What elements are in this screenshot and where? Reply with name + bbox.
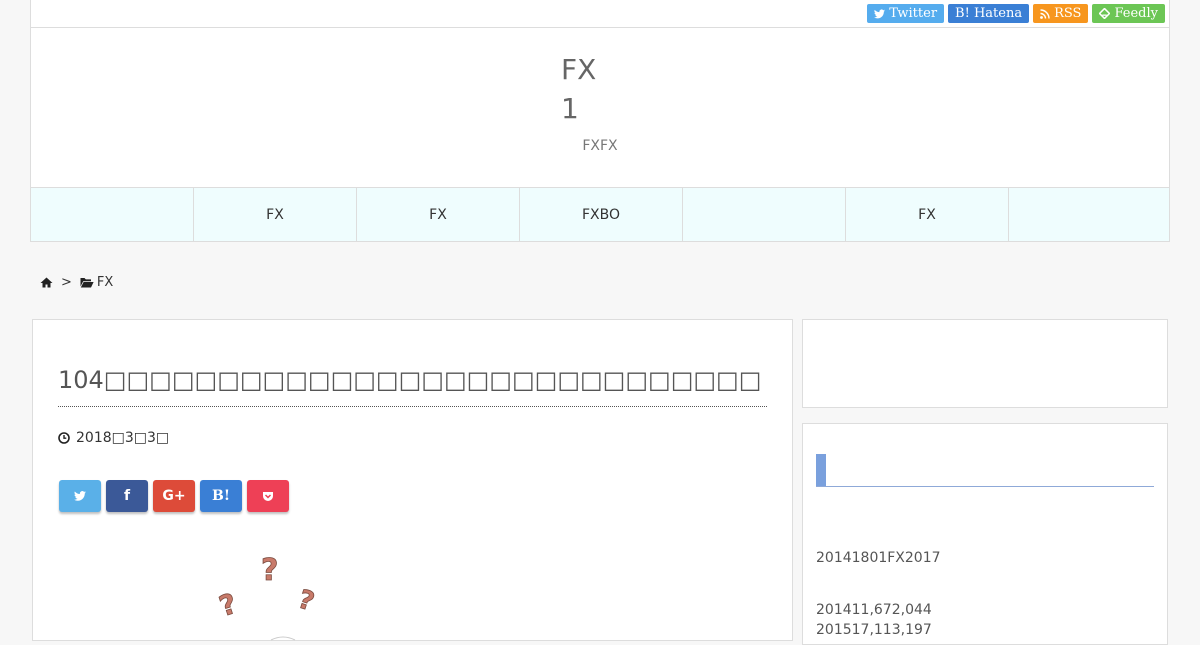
folder-open-icon: [80, 278, 94, 288]
top-bar: Twitter B! Hatena RSS Feedly: [30, 0, 1170, 28]
svg-text:?: ?: [261, 553, 278, 588]
question-marks-illustration: ? ? ?: [215, 553, 318, 641]
breadcrumb-category[interactable]: FX: [80, 275, 113, 290]
feedly-button[interactable]: Feedly: [1092, 4, 1165, 23]
nav-item-4[interactable]: FXBO: [520, 188, 683, 241]
nav-item-5[interactable]: [683, 188, 846, 241]
hatena-label: B! Hatena: [955, 6, 1023, 21]
share-facebook-button[interactable]: f: [106, 480, 148, 512]
twitter-label: Twitter: [889, 6, 938, 21]
site-title[interactable]: FX 1: [561, 50, 596, 128]
global-nav: FX FX FXBO FX: [30, 187, 1170, 242]
breadcrumb: > FX: [40, 275, 113, 290]
rss-button[interactable]: RSS: [1033, 4, 1089, 23]
hatena-icon: B!: [212, 488, 230, 504]
clock-icon: [58, 432, 70, 444]
share-hatena-button[interactable]: B!: [200, 480, 242, 512]
twitter-icon: [74, 491, 86, 501]
sidebar-text-3: 201517,113,197: [816, 622, 932, 638]
nav-item-1[interactable]: [31, 188, 194, 241]
twitter-follow-button[interactable]: Twitter: [867, 4, 945, 23]
svg-text:?: ?: [215, 587, 241, 623]
sidebar-widget-2: 20141801FX2017 201411,672,044 201517,113…: [802, 423, 1168, 645]
feedly-icon: [1099, 8, 1111, 19]
twitter-icon: [874, 8, 886, 18]
nav-item-2[interactable]: FX: [194, 188, 357, 241]
share-pocket-button[interactable]: [247, 480, 289, 512]
breadcrumb-category-label: FX: [96, 275, 114, 290]
share-buttons: f G+ B!: [59, 480, 289, 512]
widget-heading: [816, 454, 1154, 487]
post-title: 104□□□□□□□□□□□□□□□□□□□□□□□□□□□□□: [58, 366, 767, 407]
nav-item-6[interactable]: FX: [846, 188, 1009, 241]
sidebar-widget-1: [802, 319, 1168, 408]
site-tagline: FXFX: [582, 138, 618, 154]
googleplus-icon: G+: [162, 488, 186, 504]
nav-item-3[interactable]: FX: [357, 188, 520, 241]
feedly-label: Feedly: [1114, 6, 1158, 21]
pocket-icon: [263, 491, 273, 501]
post-date: 2018□3□3□: [58, 430, 169, 446]
post-date-text: 2018□3□3□: [76, 430, 170, 446]
site-title-line1: FX: [561, 53, 597, 86]
breadcrumb-separator: >: [61, 275, 72, 290]
svg-text:?: ?: [294, 585, 318, 618]
widget-heading-accent: [816, 454, 826, 486]
article-main: 104□□□□□□□□□□□□□□□□□□□□□□□□□□□□□ 2018□3□…: [32, 319, 793, 641]
share-googleplus-button[interactable]: G+: [153, 480, 195, 512]
sidebar-text-1: 20141801FX2017: [816, 550, 941, 566]
rss-icon: [1040, 8, 1050, 19]
share-twitter-button[interactable]: [59, 480, 101, 512]
site-header: FX 1 FXFX: [30, 27, 1170, 189]
nav-item-7[interactable]: [1009, 188, 1169, 241]
home-icon[interactable]: [40, 277, 53, 288]
rss-label: RSS: [1054, 6, 1082, 21]
social-links: Twitter B! Hatena RSS Feedly: [867, 4, 1165, 23]
sidebar-text-2: 201411,672,044: [816, 602, 932, 618]
hatena-button[interactable]: B! Hatena: [948, 4, 1030, 23]
facebook-icon: f: [123, 488, 131, 504]
site-title-line2: 1: [561, 92, 579, 125]
